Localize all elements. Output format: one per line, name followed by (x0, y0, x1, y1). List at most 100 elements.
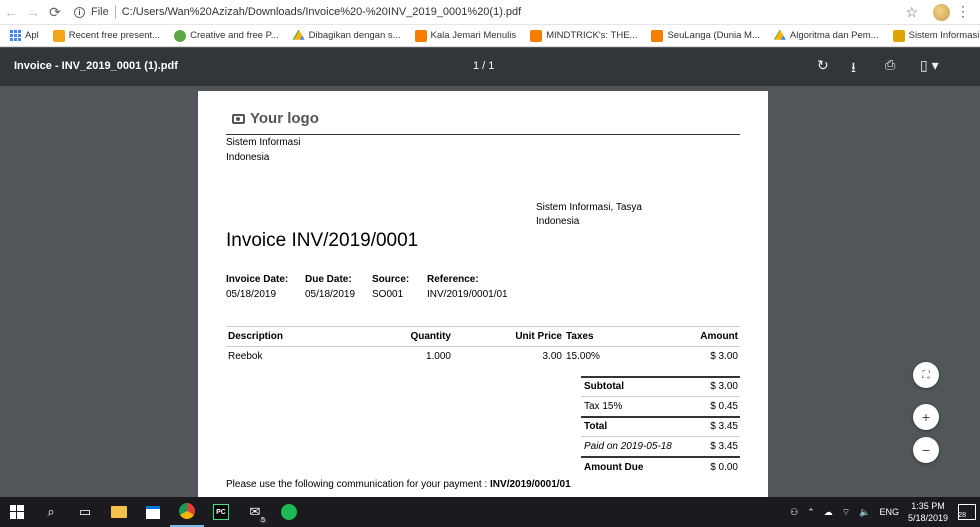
notification-count: 28 (958, 512, 966, 519)
pdf-page: Your logo Sistem Informasi Indonesia Sis… (198, 91, 768, 527)
notification-icon[interactable]: 28 (958, 504, 976, 520)
company-logo: Your logo (232, 110, 319, 127)
table-top-line (226, 326, 740, 327)
rotate-icon[interactable]: ↻ (817, 57, 829, 74)
task-view-icon[interactable]: ▭ (68, 497, 102, 527)
clock[interactable]: 1:35 PM 5/18/2019 (908, 500, 948, 524)
clock-date: 5/18/2019 (907, 513, 948, 523)
download-icon[interactable]: ⭳ (851, 57, 856, 81)
site-icon (892, 29, 905, 42)
totals-line (581, 396, 740, 397)
spotify-icon[interactable] (272, 497, 306, 527)
bookmark-item[interactable]: Dibagikan dengan s... (292, 29, 401, 42)
totals-top-line (581, 376, 740, 378)
pycharm-icon[interactable]: PC (204, 497, 238, 527)
chrome-icon[interactable] (170, 497, 204, 527)
fit-page-icon[interactable]: ⛶ (913, 362, 939, 388)
chrome-menu-icon[interactable]: ⋮ (956, 3, 970, 20)
search-icon[interactable]: ⌕ (34, 497, 68, 527)
zoom-in-button[interactable]: + (913, 404, 939, 430)
mail-icon[interactable]: ✉ 5 (238, 497, 272, 527)
bookmark-label: Creative and free P... (190, 30, 279, 41)
col-unit-price: Unit Price (515, 331, 562, 342)
customer-name: Sistem Informasi, Tasya (536, 202, 642, 213)
bookmark-star-icon[interactable]: ☆ (905, 4, 918, 21)
wifi-icon[interactable]: ⌔ (842, 507, 850, 518)
forward-arrow-icon[interactable]: → (22, 1, 44, 23)
bookmark-label: Recent free present... (68, 30, 161, 41)
url-scheme-label: File (91, 6, 109, 18)
due-date-label: Due Date: (305, 274, 352, 285)
store-icon[interactable] (136, 497, 170, 527)
bookmark-item[interactable]: Recent free present... (52, 29, 161, 42)
header-divider (226, 134, 740, 135)
subtotal-label: Subtotal (584, 381, 624, 392)
url-input[interactable]: C:/Users/Wan%20Azizah/Downloads/Invoice%… (122, 6, 521, 18)
mail-badge: 5 (259, 517, 267, 524)
table-header-line (226, 346, 740, 347)
people-icon[interactable]: ⚇ (790, 507, 798, 518)
reload-icon[interactable]: ⟳ (44, 1, 66, 23)
bookmark-label: Apl (25, 30, 39, 41)
tax-label: Tax 15% (584, 401, 623, 412)
camera-icon (232, 113, 245, 124)
bookmark-menu-icon[interactable]: ▯ ▾ (920, 57, 939, 74)
back-arrow-icon[interactable]: ← (0, 1, 22, 23)
bookmark-label: Dibagikan dengan s... (308, 30, 401, 41)
print-icon[interactable]: ⎙ (885, 57, 895, 73)
invoice-title: Invoice INV/2019/0001 (226, 230, 419, 251)
bookmark-item[interactable]: Algoritma dan Pem... (773, 29, 879, 42)
blogger-icon (414, 29, 427, 42)
onedrive-icon[interactable]: ☁ (824, 507, 833, 518)
reference-label: Reference: (427, 274, 479, 285)
bookmark-label: Kala Jemari Menulis (430, 30, 517, 41)
apps-grid-icon (10, 30, 21, 41)
zoom-out-button[interactable]: − (913, 437, 939, 463)
communication-text: Please use the following communication f… (226, 479, 491, 490)
blogger-icon (530, 29, 543, 42)
bookmark-item[interactable]: MINDTRICK's: THE... (530, 29, 638, 42)
site-info[interactable]: i File (74, 6, 109, 18)
paid-value: $ 3.45 (710, 441, 738, 452)
bookmark-item[interactable]: Sistem Informasi M... (892, 29, 980, 42)
company-country: Indonesia (226, 152, 270, 163)
info-icon: i (74, 6, 85, 18)
language-indicator[interactable]: ENG (879, 507, 899, 517)
bookmark-item[interactable]: SeuLanga (Dunia M... (651, 29, 760, 42)
subtotal-value: $ 3.00 (710, 381, 738, 392)
communication-reference: INV/2019/0001/01 (490, 479, 571, 490)
slides-icon (52, 29, 65, 42)
logo-text: Your logo (250, 110, 319, 127)
file-explorer-icon[interactable] (102, 497, 136, 527)
profile-avatar[interactable] (933, 4, 950, 21)
invoice-date-value: 05/18/2019 (226, 289, 277, 300)
totals-line (581, 416, 740, 418)
total-value: $ 3.45 (710, 421, 738, 432)
amount-due-label: Amount Due (584, 462, 644, 473)
taskbar: ⌕ ▭ PC ✉ 5 ⚇ ⌃ ☁ ⌔ 🔈 ENG 1:35 PM 5/18/201… (0, 497, 980, 527)
bookmark-item[interactable]: Creative and free P... (174, 29, 279, 42)
system-tray: ⚇ ⌃ ☁ ⌔ 🔈 ENG 1:35 PM 5/18/2019 28 (790, 497, 980, 527)
line-quantity: 1.000 (425, 351, 451, 362)
customer-country: Indonesia (536, 216, 580, 227)
chevron-up-icon[interactable]: ⌃ (807, 507, 815, 518)
pdf-title: Invoice - INV_2019_0001 (1).pdf (14, 60, 178, 72)
reference-value: INV/2019/0001/01 (427, 289, 508, 300)
bookmark-label: SeuLanga (Dunia M... (667, 30, 760, 41)
bookmark-label: MINDTRICK's: THE... (546, 30, 638, 41)
url-separator (114, 5, 116, 19)
clock-time: 1:35 PM (911, 501, 945, 511)
invoice-date-label: Invoice Date: (226, 274, 289, 285)
payment-communication: Please use the following communication f… (226, 479, 571, 490)
bookmark-item[interactable]: Kala Jemari Menulis (414, 29, 517, 42)
bookmark-apps[interactable]: Apl (10, 30, 39, 41)
windows-start-icon[interactable] (0, 497, 34, 527)
blogger-icon (651, 29, 664, 42)
source-value: SO001 (372, 289, 404, 300)
drive-icon (292, 29, 305, 40)
col-amount: Amount (700, 331, 738, 342)
col-description: Description (228, 331, 284, 342)
tax-value: $ 0.45 (710, 401, 738, 412)
volume-icon[interactable]: 🔈 (859, 507, 870, 518)
line-unit-price: 3.00 (542, 351, 562, 362)
